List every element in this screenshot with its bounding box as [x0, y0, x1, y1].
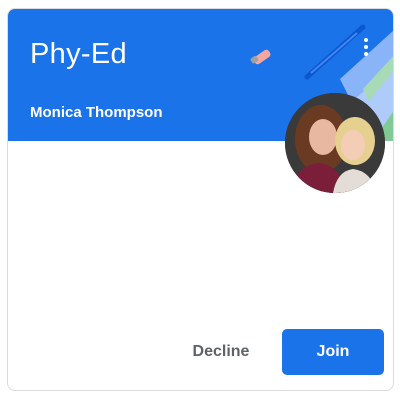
class-owner-name: Monica Thompson: [30, 104, 163, 121]
more-vert-icon[interactable]: [356, 32, 376, 62]
decline-button[interactable]: Decline: [176, 329, 266, 375]
class-title[interactable]: Phy-Ed: [30, 37, 127, 71]
class-invite-card: Phy-Ed Monica Thompson Decline Join: [7, 8, 394, 391]
teacher-avatar-photo: [285, 93, 385, 193]
join-button[interactable]: Join: [282, 329, 384, 375]
teacher-avatar: [285, 93, 385, 193]
